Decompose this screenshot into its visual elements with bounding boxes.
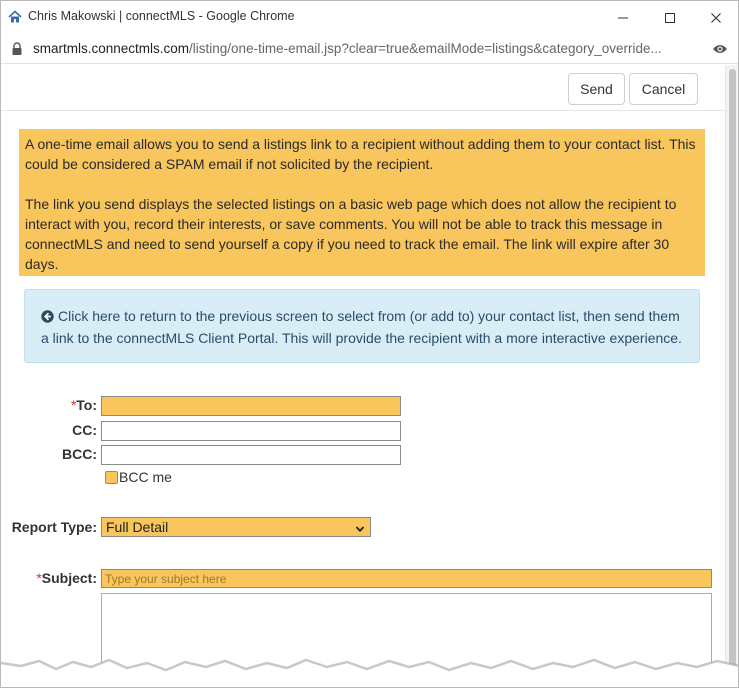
action-toolbar: Send Cancel [1,65,725,111]
cancel-button[interactable]: Cancel [629,73,698,105]
spam-warning-notice: A one-time email allows you to send a li… [19,129,705,276]
close-window-button[interactable] [693,1,738,34]
cc-field[interactable] [101,421,401,441]
bcc-me-checkbox[interactable]: BCC me [105,469,172,485]
report-type-select[interactable]: Full Detail [101,517,371,537]
title-bar: Chris Makowski | connectMLS - Google Chr… [1,1,738,34]
minimize-button[interactable] [600,1,646,34]
address-bar[interactable]: smartmls.connectmls.com/listing/one-time… [1,34,738,64]
notice-paragraph: A one-time email allows you to send a li… [25,136,696,172]
report-type-value: Full Detail [106,519,169,535]
browser-window: Chris Makowski | connectMLS - Google Chr… [0,0,739,688]
cc-label: CC: [72,422,97,438]
info-text: Click here to return to the previous scr… [41,308,682,346]
torn-edge-decoration [1,658,738,687]
maximize-icon [665,12,675,23]
window-title: Chris Makowski | connectMLS - Google Chr… [28,9,295,23]
lock-icon[interactable] [11,42,23,59]
return-to-contacts-link[interactable]: Click here to return to the previous scr… [24,289,700,363]
bcc-me-label: BCC me [119,469,172,485]
bcc-label: BCC: [62,446,97,462]
send-button[interactable]: Send [568,73,625,105]
eye-icon[interactable] [712,42,728,58]
to-label: *To: [61,397,97,413]
url-domain: smartmls.connectmls.com [33,41,190,56]
to-field[interactable] [101,396,401,416]
close-icon [711,12,721,23]
maximize-button[interactable] [647,1,693,34]
url-path: /listing/one-time-email.jsp?clear=true&e… [189,41,662,56]
circle-arrow-left-icon [41,308,54,328]
notice-paragraph: The link you send displays the selected … [25,196,677,272]
chevron-down-icon [355,521,365,537]
bcc-field[interactable] [101,445,401,465]
checkbox-box[interactable] [105,470,118,484]
home-icon [8,10,22,24]
to-label-text: To: [76,397,97,413]
url-text[interactable]: smartmls.connectmls.com/listing/one-time… [33,41,693,56]
minimize-icon [618,17,628,18]
report-type-label: Report Type: [11,519,97,535]
